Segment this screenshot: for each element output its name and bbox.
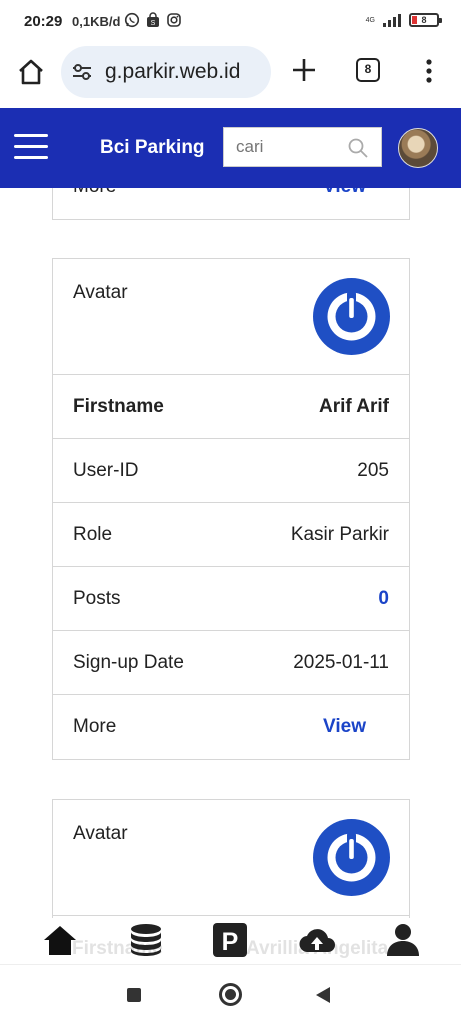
avatar-label: Avatar (73, 282, 128, 303)
view-link[interactable]: View (323, 188, 366, 198)
firstname-value: Arif Arif (318, 395, 389, 417)
signup-label: Sign-up Date (73, 651, 184, 673)
tab-switcher-button[interactable]: 8 (356, 58, 380, 82)
user-avatar[interactable] (398, 128, 438, 168)
power-logo-icon (313, 278, 390, 355)
card-row-avatar: Avatar (53, 800, 409, 916)
signal-icon (383, 14, 401, 27)
status-time: 20:29 (24, 13, 63, 30)
signup-value: 2025-01-11 (293, 651, 389, 673)
card-row-avatar: Avatar (53, 259, 409, 375)
userid-value: 205 (357, 459, 389, 481)
site-settings-icon[interactable] (71, 62, 93, 82)
home-system-button-icon[interactable] (219, 983, 242, 1006)
parking-icon[interactable]: P (212, 922, 248, 958)
instagram-icon (167, 13, 181, 27)
home-icon[interactable] (42, 922, 78, 958)
svg-text:S: S (151, 20, 156, 27)
back-button-icon[interactable] (316, 987, 330, 1003)
card-row-userid: User-ID 205 (53, 439, 409, 503)
address-bar[interactable]: g.parkir.web.id (61, 46, 271, 98)
search-box[interactable] (223, 127, 382, 167)
view-link[interactable]: View (323, 716, 366, 738)
system-nav-bar (0, 964, 461, 1024)
user-list: More View Avatar Firstname Arif Arif Use… (0, 188, 461, 918)
posts-label: Posts (73, 587, 121, 609)
card-row-more: More View (53, 695, 409, 759)
home-button-icon[interactable] (16, 57, 46, 87)
more-menu-icon[interactable] (424, 57, 434, 85)
card-row-posts: Posts 0 (53, 567, 409, 631)
card-row-firstname: Firstname Arif Arif (53, 375, 409, 439)
firstname-label: Firstname (73, 395, 164, 417)
hamburger-menu-icon[interactable] (14, 134, 48, 162)
status-notification-icons: S (124, 12, 182, 28)
search-input[interactable] (224, 128, 344, 166)
user-card-next: Avatar Firstname Avrillia Angelita (52, 799, 410, 918)
userid-label: User-ID (73, 459, 139, 481)
card-row-more: More View (53, 188, 409, 219)
battery-icon: 8 (409, 13, 442, 27)
status-system-icons: 4G 8 (365, 13, 442, 27)
search-icon[interactable] (347, 137, 369, 159)
recents-button-icon[interactable] (127, 988, 141, 1002)
cloud-upload-icon[interactable] (299, 922, 335, 958)
app-header: Bci Parking (0, 108, 461, 188)
brand-title[interactable]: Bci Parking (100, 137, 205, 159)
avatar-label: Avatar (73, 823, 128, 844)
user-card: Avatar Firstname Arif Arif User-ID 205 R… (52, 258, 410, 760)
power-logo-icon (313, 819, 390, 896)
posts-count-link[interactable]: 0 (378, 588, 389, 610)
network-type: 4G (365, 16, 375, 24)
user-icon[interactable] (385, 922, 421, 958)
shopping-bag-icon: S (147, 12, 159, 27)
whatsapp-icon (124, 12, 140, 28)
role-label: Role (73, 523, 113, 545)
browser-toolbar: g.parkir.web.id 8 (0, 42, 461, 108)
more-label: More (73, 188, 116, 198)
card-row-signup: Sign-up Date 2025-01-11 (53, 631, 409, 695)
role-value: Kasir Parkir (290, 523, 389, 545)
status-speed: 0,1KB/d (72, 14, 121, 29)
bottom-nav: Firstname Avrillia Angelita P (0, 918, 461, 964)
card-row-role: Role Kasir Parkir (53, 503, 409, 567)
new-tab-icon[interactable] (290, 56, 318, 84)
database-icon[interactable] (128, 922, 164, 958)
svg-text:P: P (222, 928, 239, 956)
user-card-partial: More View (52, 188, 410, 220)
url-text: g.parkir.web.id (105, 60, 241, 83)
status-bar: 20:29 0,1KB/d S 4G 8 (0, 0, 461, 42)
more-label: More (73, 716, 117, 737)
